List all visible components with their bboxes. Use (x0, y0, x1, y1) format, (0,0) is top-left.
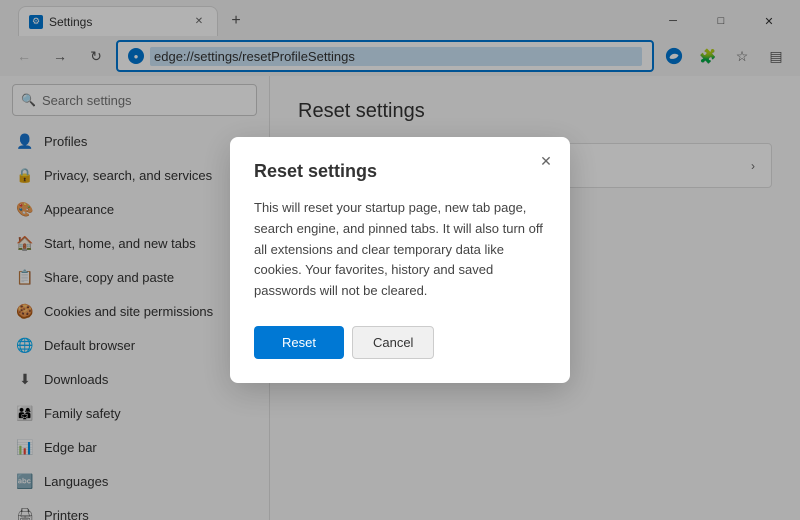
reset-confirm-button[interactable]: Reset (254, 326, 344, 359)
dialog-title: Reset settings (254, 161, 546, 182)
reset-dialog: ✕ Reset settings This will reset your st… (230, 137, 570, 383)
dialog-overlay[interactable]: ✕ Reset settings This will reset your st… (0, 0, 800, 520)
dialog-close-button[interactable]: ✕ (534, 149, 558, 173)
dialog-body: This will reset your startup page, new t… (254, 198, 546, 302)
dialog-actions: Reset Cancel (254, 326, 546, 359)
cancel-button[interactable]: Cancel (352, 326, 434, 359)
